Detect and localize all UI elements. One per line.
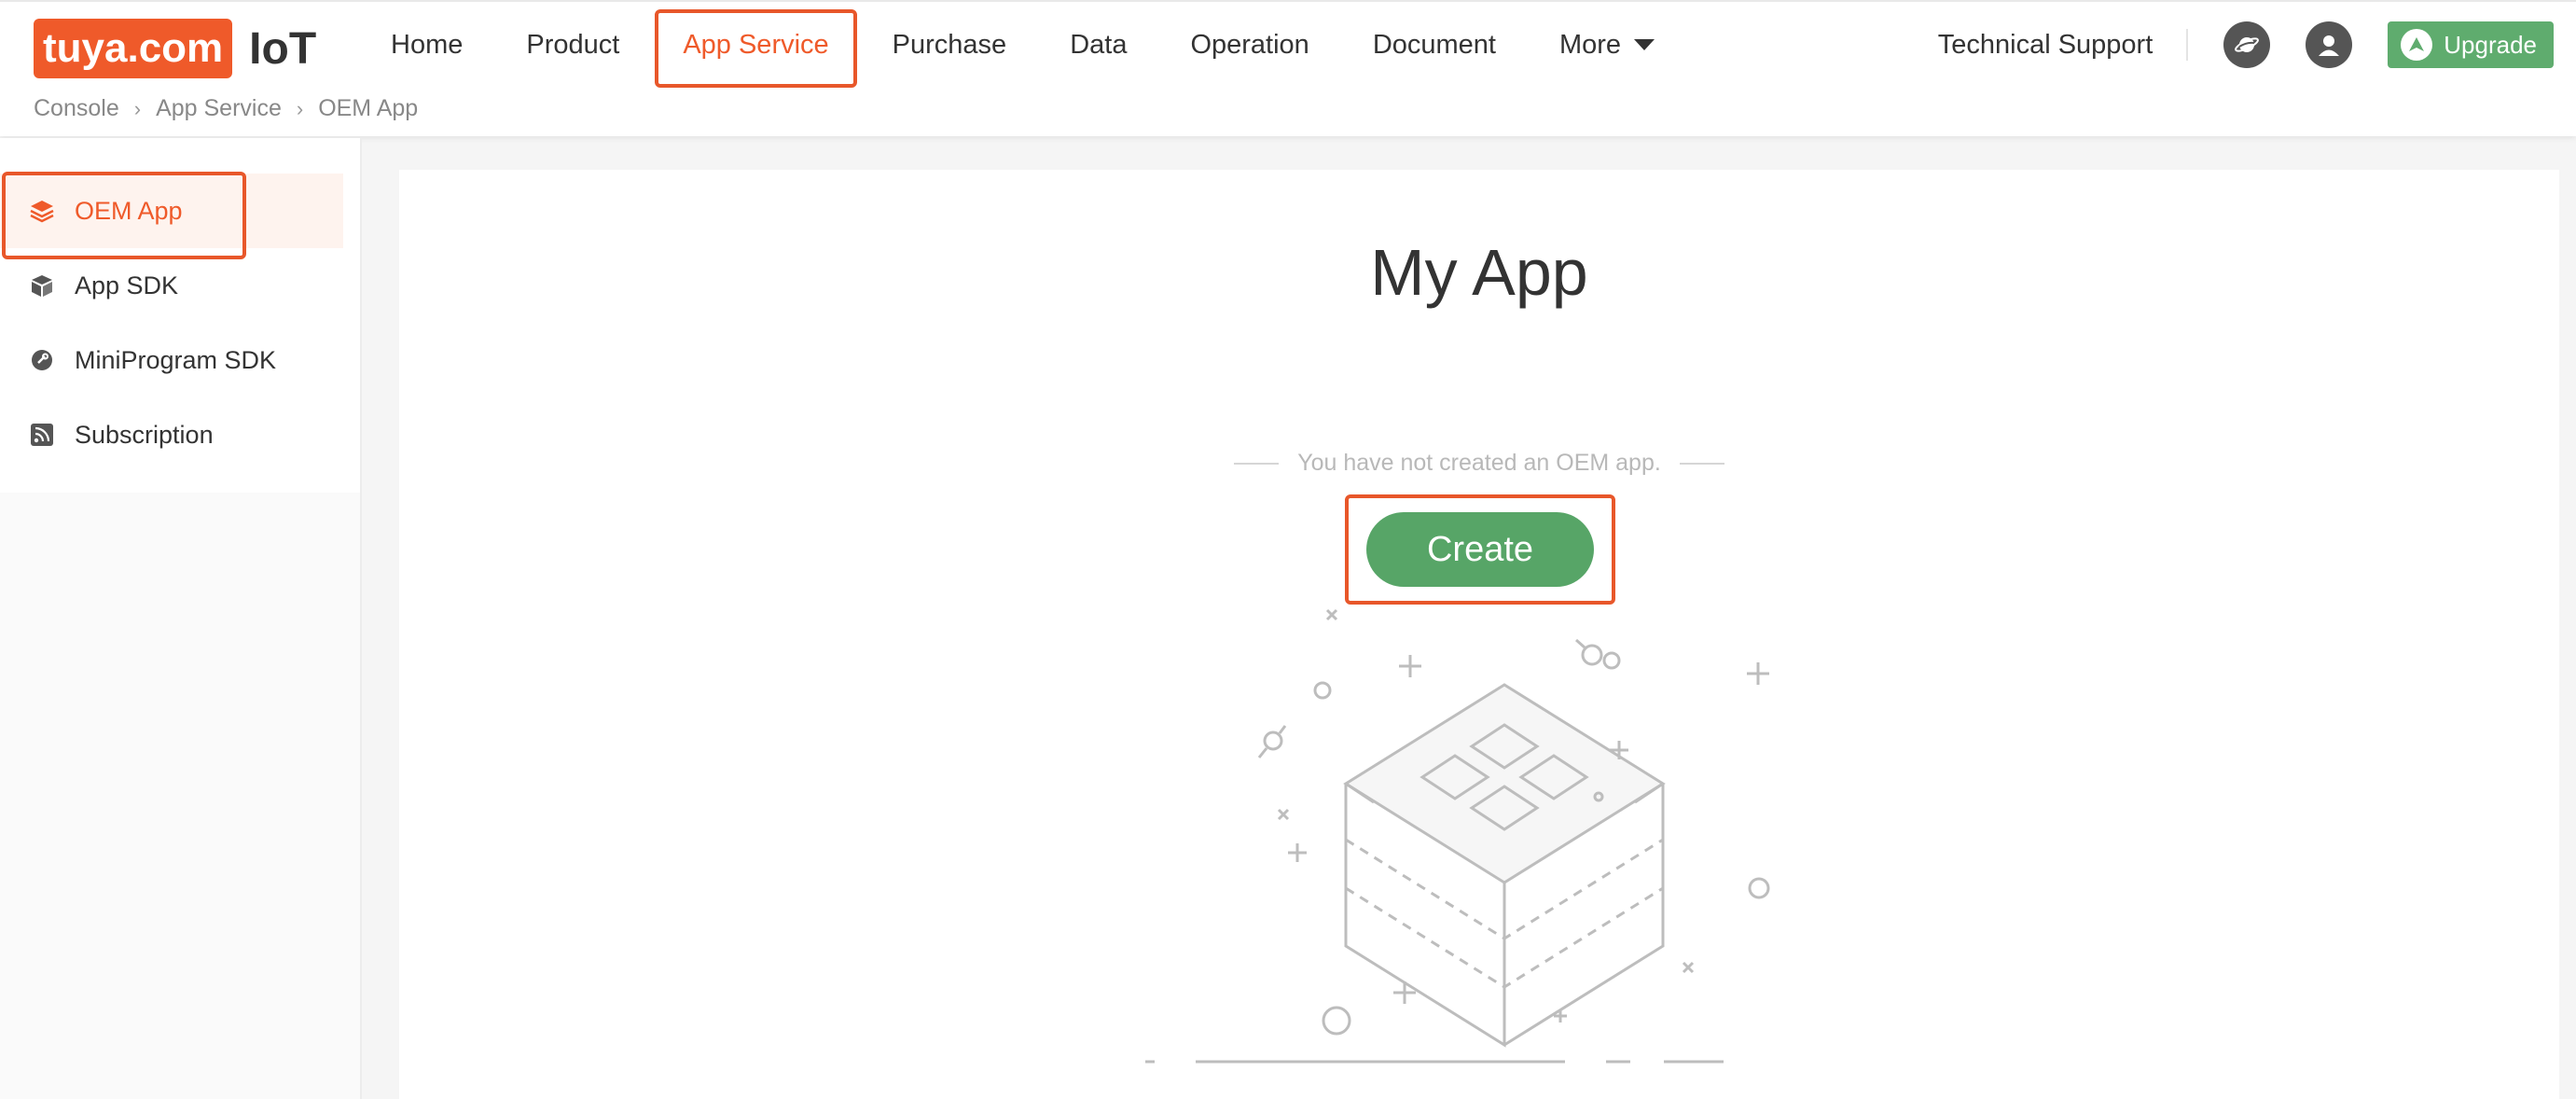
header-actions: Technical Support Upgrade <box>1938 2 2554 88</box>
breadcrumb-oem-app: OEM App <box>318 95 419 121</box>
user-icon[interactable] <box>2306 21 2353 68</box>
chevron-right-icon: › <box>133 96 142 120</box>
breadcrumb-console[interactable]: Console <box>34 95 119 122</box>
cube-icon <box>28 271 56 299</box>
iot-label: IoT <box>249 23 317 74</box>
create-button-highlight: Create <box>1345 494 1615 605</box>
nav-purchase[interactable]: Purchase <box>861 2 1039 88</box>
create-button[interactable]: Create <box>1366 512 1594 587</box>
sidebar-item-label: OEM App <box>75 196 183 225</box>
sidebar-item-app-sdk[interactable]: App SDK <box>0 248 360 323</box>
sidebar-item-miniprogram-sdk[interactable]: MiniProgram SDK <box>0 323 360 397</box>
nav-product[interactable]: Product <box>494 2 651 88</box>
planet-icon[interactable] <box>2223 21 2271 68</box>
nav-data[interactable]: Data <box>1038 2 1158 88</box>
breadcrumb-app-service[interactable]: App Service <box>156 95 282 122</box>
sidebar: OEM App App SDK MiniProgram SDK Subscrip… <box>0 138 362 1099</box>
nav-home[interactable]: Home <box>359 2 494 88</box>
nav-document[interactable]: Document <box>1341 2 1528 88</box>
empty-box-illustration <box>1145 608 1770 1064</box>
empty-state-message: You have not created an OEM app. <box>399 450 2559 477</box>
brand-logo[interactable]: tuya.com IoT <box>34 19 316 78</box>
sidebar-menu: OEM App App SDK MiniProgram SDK Subscrip… <box>0 138 360 493</box>
page-title: My App <box>1370 236 1588 309</box>
main-content: My App You have not created an OEM app. … <box>399 170 2559 1099</box>
empty-message-text: You have not created an OEM app. <box>1297 450 1661 476</box>
sidebar-item-oem-app[interactable]: OEM App <box>0 172 343 259</box>
caret-down-icon <box>1634 39 1655 50</box>
technical-support-link[interactable]: Technical Support <box>1938 30 2154 61</box>
nav-more-label: More <box>1558 29 1622 60</box>
sidebar-item-label: MiniProgram SDK <box>75 345 277 374</box>
divider-line <box>1679 462 1724 465</box>
rss-icon <box>28 421 56 449</box>
sidebar-item-label: Subscription <box>75 420 214 449</box>
sidebar-item-subscription[interactable]: Subscription <box>0 397 360 472</box>
main-nav: Home Product App Service Purchase Data O… <box>359 2 1686 88</box>
header-divider <box>2186 29 2189 61</box>
layers-icon <box>28 197 56 225</box>
tuya-logo: tuya.com <box>34 19 233 78</box>
upgrade-icon <box>2401 29 2433 61</box>
link-icon <box>28 346 56 374</box>
nav-app-service[interactable]: App Service <box>651 2 860 88</box>
top-header: tuya.com IoT Home Product App Service Pu… <box>0 0 2576 136</box>
divider-line <box>1234 462 1280 465</box>
chevron-right-icon: › <box>296 96 304 120</box>
nav-more[interactable]: More <box>1528 2 1686 88</box>
breadcrumb: Console › App Service › OEM App <box>34 95 418 122</box>
upgrade-button[interactable]: Upgrade <box>2388 21 2554 68</box>
upgrade-label: Upgrade <box>2444 30 2537 59</box>
sidebar-item-label: App SDK <box>75 271 179 299</box>
nav-operation[interactable]: Operation <box>1158 2 1340 88</box>
